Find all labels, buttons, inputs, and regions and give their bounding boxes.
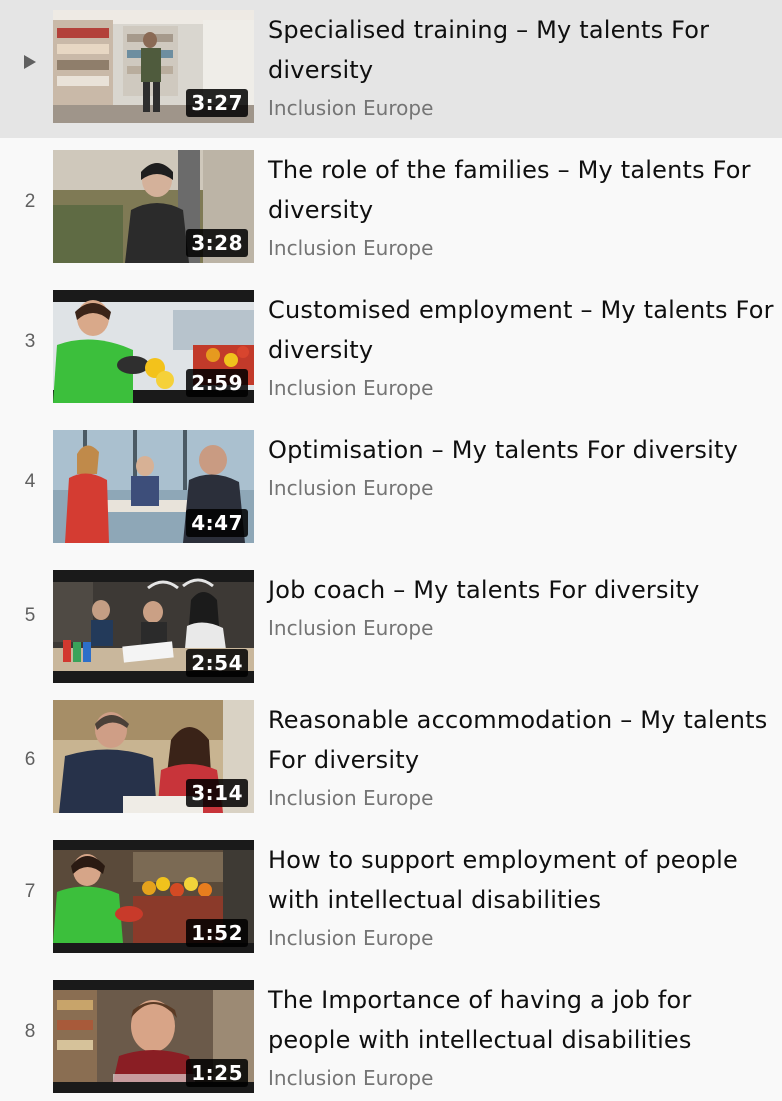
playlist-index: 4 — [24, 471, 36, 492]
video-title[interactable]: The role of the families – My talents Fo… — [268, 150, 774, 230]
playlist-item[interactable]: 2 3:28 The role of the families – My tal… — [0, 140, 782, 278]
playlist-index: 6 — [24, 749, 36, 770]
duration-badge: 3:14 — [186, 779, 248, 807]
video-title[interactable]: Reasonable accommodation – My talents Fo… — [268, 700, 774, 780]
video-title[interactable]: Specialised training – My talents For di… — [268, 10, 774, 90]
duration-badge: 2:54 — [186, 649, 248, 677]
video-meta: Reasonable accommodation – My talents Fo… — [268, 700, 774, 812]
duration-badge: 1:25 — [186, 1059, 248, 1087]
playlist-index: 2 — [24, 191, 36, 212]
channel-name[interactable]: Inclusion Europe — [268, 924, 774, 952]
playlist-index: 5 — [24, 605, 36, 626]
playlist-item[interactable]: 6 3:14 Reasonable accommodation – My tal… — [0, 690, 782, 828]
playlist-item[interactable]: 4 4:47 Optimisation – My talents For div… — [0, 420, 782, 558]
playlist-item[interactable]: 5 2:54 Job coach – My talents For divers… — [0, 560, 782, 698]
playlist-item[interactable]: 8 1:25 The Importance of having a job fo… — [0, 970, 782, 1101]
video-thumbnail[interactable]: 1:25 — [53, 980, 254, 1093]
playlist-index: 8 — [24, 1021, 36, 1042]
video-title[interactable]: How to support employment of people with… — [268, 840, 774, 920]
duration-badge: 2:59 — [186, 369, 248, 397]
channel-name[interactable]: Inclusion Europe — [268, 784, 774, 812]
video-thumbnail[interactable]: 2:54 — [53, 570, 254, 683]
video-meta: The role of the families – My talents Fo… — [268, 150, 774, 262]
video-thumbnail[interactable]: 3:27 — [53, 10, 254, 123]
duration-badge: 1:52 — [186, 919, 248, 947]
playlist-index: 7 — [24, 881, 36, 902]
channel-name[interactable]: Inclusion Europe — [268, 474, 774, 502]
video-meta: How to support employment of people with… — [268, 840, 774, 952]
video-meta: Job coach – My talents For diversity Inc… — [268, 570, 774, 642]
video-meta: Specialised training – My talents For di… — [268, 10, 774, 122]
channel-name[interactable]: Inclusion Europe — [268, 94, 774, 122]
video-meta: Optimisation – My talents For diversity … — [268, 430, 774, 502]
video-thumbnail[interactable]: 3:28 — [53, 150, 254, 263]
channel-name[interactable]: Inclusion Europe — [268, 234, 774, 262]
duration-badge: 4:47 — [186, 509, 248, 537]
video-title[interactable]: Optimisation – My talents For diversity — [268, 430, 774, 470]
duration-badge: 3:27 — [186, 89, 248, 117]
playlist-index: 3 — [24, 331, 36, 352]
playlist-item[interactable]: 3:27 Specialised training – My talents F… — [0, 0, 782, 138]
video-title[interactable]: The Importance of having a job for peopl… — [268, 980, 774, 1060]
video-meta: Customised employment – My talents For d… — [268, 290, 774, 402]
video-thumbnail[interactable]: 1:52 — [53, 840, 254, 953]
video-thumbnail[interactable]: 3:14 — [53, 700, 254, 813]
channel-name[interactable]: Inclusion Europe — [268, 614, 774, 642]
channel-name[interactable]: Inclusion Europe — [268, 374, 774, 402]
video-meta: The Importance of having a job for peopl… — [268, 980, 774, 1092]
video-title[interactable]: Job coach – My talents For diversity — [268, 570, 774, 610]
playlist-item[interactable]: 7 1:52 How to support employment of peop… — [0, 830, 782, 968]
channel-name[interactable]: Inclusion Europe — [268, 1064, 774, 1092]
video-title[interactable]: Customised employment – My talents For d… — [268, 290, 774, 370]
video-thumbnail[interactable]: 2:59 — [53, 290, 254, 403]
playlist-panel: 3:27 Specialised training – My talents F… — [0, 0, 782, 1101]
video-thumbnail[interactable]: 4:47 — [53, 430, 254, 543]
playlist-item[interactable]: 3 2:59 Customised employment – My talent… — [0, 280, 782, 418]
now-playing-indicator — [10, 50, 50, 76]
duration-badge: 3:28 — [186, 229, 248, 257]
play-icon — [24, 55, 36, 69]
